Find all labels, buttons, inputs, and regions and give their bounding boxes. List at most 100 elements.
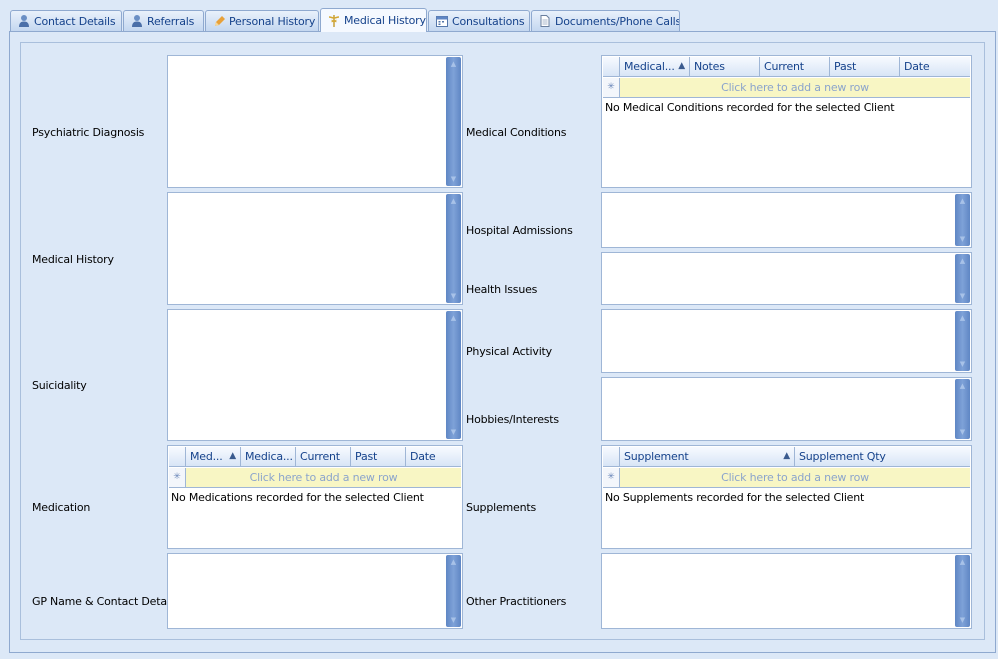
row-indicator-header (603, 57, 620, 77)
tab-consultations[interactable]: Consultations (428, 10, 530, 31)
person-icon (130, 14, 144, 28)
suicidality-label: Suicidality (32, 379, 87, 392)
new-row[interactable]: ✳ Click here to add a new row (169, 468, 461, 488)
physical-activity-memo[interactable]: ▲ ▼ (601, 309, 972, 373)
supplements-label: Supplements (466, 501, 537, 514)
new-row[interactable]: ✳ Click here to add a new row (603, 78, 970, 98)
scroll-up-icon[interactable]: ▲ (955, 312, 970, 324)
column-header[interactable]: Supplement Qty (795, 447, 970, 467)
scroll-up-icon[interactable]: ▲ (446, 312, 461, 324)
tab-contact-details[interactable]: Contact Details (10, 10, 122, 31)
new-row-prompt[interactable]: Click here to add a new row (186, 468, 461, 487)
vertical-scrollbar[interactable]: ▲ ▼ (955, 379, 970, 439)
scroll-down-icon[interactable]: ▼ (446, 173, 461, 185)
scroll-down-icon[interactable]: ▼ (446, 290, 461, 302)
medication-label: Medication (32, 501, 91, 514)
scroll-down-icon[interactable]: ▼ (446, 426, 461, 438)
person-icon (17, 14, 31, 28)
scroll-down-icon[interactable]: ▼ (955, 614, 970, 626)
empty-grid-message: No Medical Conditions recorded for the s… (605, 101, 895, 114)
tab-medical-history[interactable]: Medical History (320, 8, 427, 32)
scroll-down-icon[interactable]: ▼ (955, 233, 970, 245)
vertical-scrollbar[interactable]: ▲ ▼ (446, 555, 461, 627)
sort-ascending-icon: ▲ (783, 451, 790, 461)
sort-ascending-icon: ▲ (678, 61, 685, 71)
vertical-scrollbar[interactable]: ▲ ▼ (955, 311, 970, 371)
vertical-scrollbar[interactable]: ▲ ▼ (446, 194, 461, 303)
vertical-scrollbar[interactable]: ▲ ▼ (955, 254, 970, 303)
medical-history-label: Medical History (32, 253, 114, 266)
vertical-scrollbar[interactable]: ▲ ▼ (446, 311, 461, 439)
medical-history-memo[interactable]: ▲ ▼ (167, 192, 463, 305)
empty-grid-message: No Medications recorded for the selected… (171, 491, 424, 504)
column-header[interactable]: Past (351, 447, 406, 467)
new-row-prompt[interactable]: Click here to add a new row (620, 468, 970, 487)
column-header[interactable]: Medical... ▲ (620, 57, 690, 77)
scroll-up-icon[interactable]: ▲ (955, 255, 970, 267)
vertical-scrollbar[interactable]: ▲ ▼ (955, 194, 970, 246)
scroll-down-icon[interactable]: ▼ (955, 426, 970, 438)
tab-label: Contact Details (34, 14, 116, 28)
tab-personal-history[interactable]: Personal History (205, 10, 319, 31)
medication-grid[interactable]: Med... ▲ Medica... Current Past Date ✳ Cl… (167, 445, 463, 549)
row-indicator-header (169, 447, 186, 467)
document-icon (538, 14, 552, 28)
new-row-asterisk-icon: ✳ (603, 78, 620, 97)
column-header[interactable]: Supplement ▲ (620, 447, 795, 467)
supplements-grid[interactable]: Supplement ▲ Supplement Qty ✳ Click here … (601, 445, 972, 549)
gp-name-label: GP Name & Contact Details (32, 595, 179, 608)
row-indicator-header (603, 447, 620, 467)
psychiatric-diagnosis-label: Psychiatric Diagnosis (32, 126, 145, 139)
pencil-icon (212, 14, 226, 28)
medical-history-panel: Psychiatric Diagnosis Medical History Su… (20, 42, 985, 640)
tab-label: Referrals (147, 14, 195, 28)
scroll-up-icon[interactable]: ▲ (955, 380, 970, 392)
tab-label: Consultations (452, 14, 525, 28)
medical-conditions-grid[interactable]: Medical... ▲ Notes Current Past Date ✳ Cl… (601, 55, 972, 188)
hobbies-memo[interactable]: ▲ ▼ (601, 377, 972, 441)
vertical-scrollbar[interactable]: ▲ ▼ (446, 57, 461, 186)
health-issues-label: Health Issues (466, 283, 538, 296)
column-header[interactable]: Date (900, 57, 970, 77)
scroll-down-icon[interactable]: ▼ (955, 358, 970, 370)
gp-name-memo[interactable]: ▲ ▼ (167, 553, 463, 629)
scroll-down-icon[interactable]: ▼ (446, 614, 461, 626)
hospital-admissions-label: Hospital Admissions (466, 224, 573, 237)
other-practitioners-memo[interactable]: ▲ ▼ (601, 553, 972, 629)
tab-referrals[interactable]: Referrals (123, 10, 204, 31)
tab-documents-phone-calls[interactable]: Documents/Phone Calls (531, 10, 680, 31)
column-header[interactable]: Current (760, 57, 830, 77)
scroll-up-icon[interactable]: ▲ (955, 195, 970, 207)
other-practitioners-label: Other Practitioners (466, 595, 567, 608)
new-row[interactable]: ✳ Click here to add a new row (603, 468, 970, 488)
tab-label: Documents/Phone Calls (555, 14, 680, 28)
tab-label: Personal History (229, 14, 316, 28)
column-header[interactable]: Date (406, 447, 461, 467)
grid-header: Medical... ▲ Notes Current Past Date (603, 57, 970, 77)
new-row-asterisk-icon: ✳ (603, 468, 620, 487)
new-row-prompt[interactable]: Click here to add a new row (620, 78, 970, 97)
column-header[interactable]: Medica... (241, 447, 296, 467)
column-header[interactable]: Current (296, 447, 351, 467)
grid-header: Med... ▲ Medica... Current Past Date (169, 447, 461, 467)
suicidality-memo[interactable]: ▲ ▼ (167, 309, 463, 441)
hospital-admissions-memo[interactable]: ▲ ▼ (601, 192, 972, 248)
scroll-down-icon[interactable]: ▼ (955, 290, 970, 302)
column-header[interactable]: Notes (690, 57, 760, 77)
scroll-up-icon[interactable]: ▲ (446, 556, 461, 568)
new-row-asterisk-icon: ✳ (169, 468, 186, 487)
scroll-up-icon[interactable]: ▲ (446, 58, 461, 70)
calendar-icon (435, 14, 449, 28)
scroll-up-icon[interactable]: ▲ (446, 195, 461, 207)
vertical-scrollbar[interactable]: ▲ ▼ (955, 555, 970, 627)
health-issues-memo[interactable]: ▲ ▼ (601, 252, 972, 305)
sort-ascending-icon: ▲ (229, 451, 236, 461)
column-header[interactable]: Past (830, 57, 900, 77)
tab-label: Medical History (344, 14, 426, 27)
psychiatric-diagnosis-memo[interactable]: ▲ ▼ (167, 55, 463, 188)
column-header[interactable]: Med... ▲ (186, 447, 241, 467)
medical-conditions-label: Medical Conditions (466, 126, 567, 139)
physical-activity-label: Physical Activity (466, 345, 552, 358)
scroll-up-icon[interactable]: ▲ (955, 556, 970, 568)
empty-grid-message: No Supplements recorded for the selected… (605, 491, 865, 504)
